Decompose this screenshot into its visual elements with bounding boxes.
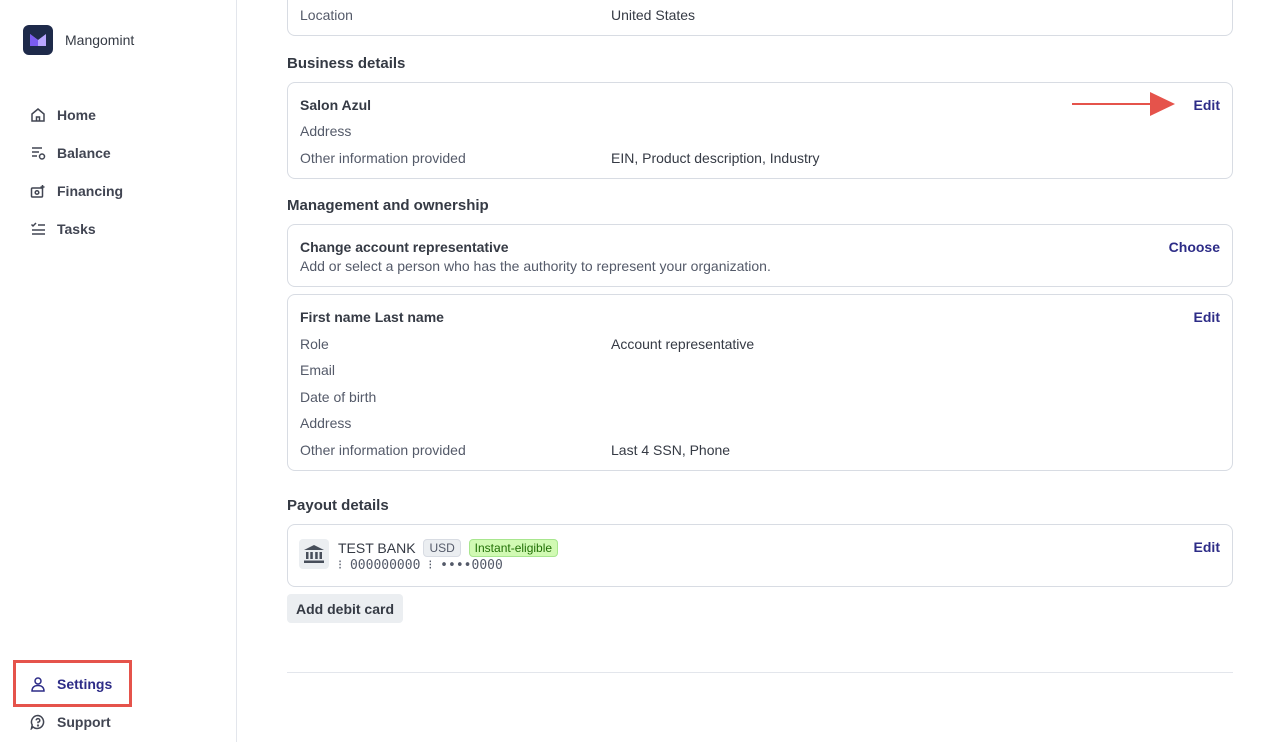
location-card: Location United States — [287, 0, 1233, 36]
person-name: First name Last name — [300, 309, 444, 325]
sidebar-item-label: Tasks — [57, 221, 96, 237]
sidebar-item-settings[interactable]: Settings — [28, 665, 112, 703]
sidebar-item-label: Home — [57, 107, 96, 123]
person-card: First name Last name Edit Role Account r… — [287, 294, 1233, 471]
person-dob-label: Date of birth — [300, 389, 377, 405]
section-title-payout-details: Payout details — [287, 497, 389, 514]
person-icon — [28, 674, 48, 694]
person-role-label: Role — [300, 336, 329, 352]
sidebar-item-label: Financing — [57, 183, 124, 199]
person-other-info-value: Last 4 SSN, Phone — [611, 442, 731, 458]
currency-badge: USD — [423, 539, 461, 557]
annotation-arrow-icon — [1072, 92, 1175, 116]
add-debit-card-button[interactable]: Add debit card — [287, 594, 404, 623]
business-edit-link[interactable]: Edit — [1194, 97, 1220, 113]
financing-icon — [28, 181, 48, 201]
brand-name: Mangomint — [65, 32, 135, 48]
change-representative-title: Change account representative — [300, 239, 509, 255]
sidebar: Mangomint Home Balance Financing Tasks S… — [0, 0, 237, 742]
bottom-divider — [287, 672, 1233, 673]
person-other-info-label: Other information provided — [300, 442, 466, 458]
change-representative-subtitle: Add or select a person who has the autho… — [300, 258, 771, 274]
sidebar-item-balance[interactable]: Balance — [28, 134, 123, 172]
bank-name: TEST BANK — [338, 540, 416, 556]
business-name: Salon Azul — [300, 97, 372, 113]
bank-icon — [299, 539, 329, 569]
person-email-label: Email — [300, 362, 336, 378]
location-label: Location — [300, 7, 353, 23]
person-address-label: Address — [300, 415, 352, 431]
sidebar-item-label: Support — [57, 714, 111, 730]
person-edit-link[interactable]: Edit — [1194, 309, 1220, 325]
location-value: United States — [611, 7, 696, 23]
payout-edit-link[interactable]: Edit — [1194, 539, 1220, 555]
balance-icon — [28, 143, 48, 163]
sidebar-item-home[interactable]: Home — [28, 96, 123, 134]
sidebar-item-support[interactable]: Support — [28, 703, 112, 741]
payout-account-card: TEST BANK USD Instant-eligible ⁝ 0000000… — [287, 524, 1233, 587]
bank-account-number: ⁝ 000000000 ⁝ ••••0000 — [338, 558, 503, 573]
home-icon — [28, 105, 48, 125]
business-other-info-value: EIN, Product description, Industry — [611, 150, 820, 166]
change-representative-card: Change account representative Choose Add… — [287, 224, 1233, 287]
sidebar-nav: Home Balance Financing Tasks — [28, 96, 123, 248]
section-title-business-details: Business details — [287, 55, 406, 72]
brand[interactable]: Mangomint — [23, 25, 134, 55]
choose-representative-link[interactable]: Choose — [1169, 239, 1220, 255]
sidebar-item-financing[interactable]: Financing — [28, 172, 123, 210]
section-title-management: Management and ownership — [287, 197, 489, 214]
business-other-info-label: Other information provided — [300, 150, 466, 166]
tasks-icon — [28, 219, 48, 239]
mangomint-logo-icon — [23, 25, 53, 55]
bank-name-line: TEST BANK USD Instant-eligible — [338, 539, 559, 557]
sidebar-item-label: Balance — [57, 145, 111, 161]
sidebar-item-label: Settings — [57, 676, 113, 692]
business-address-label: Address — [300, 123, 352, 139]
person-role-value: Account representative — [611, 336, 755, 352]
sidebar-bottom-nav: Settings Support — [28, 665, 112, 741]
help-icon — [28, 712, 48, 732]
sidebar-item-tasks[interactable]: Tasks — [28, 210, 123, 248]
instant-eligible-badge: Instant-eligible — [468, 539, 559, 557]
